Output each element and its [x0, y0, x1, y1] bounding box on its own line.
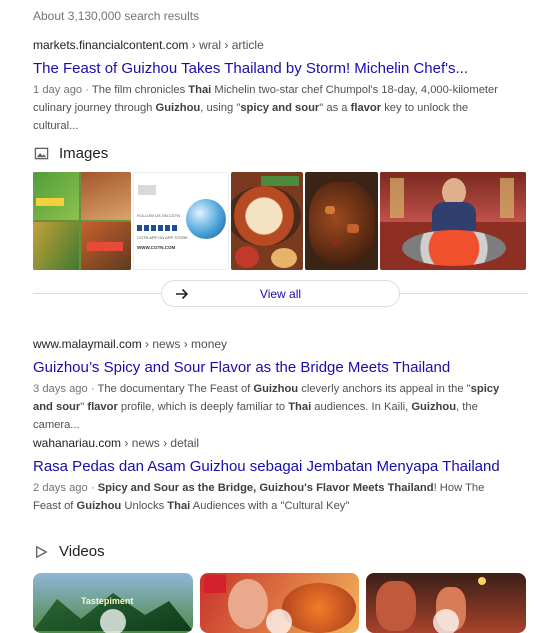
snippet-text: audiences. In Kaili,: [311, 401, 412, 413]
result-snippet: 1 day ago · The film chronicles Thai Mic…: [33, 84, 498, 132]
play-button-icon: [100, 609, 126, 633]
divider-left: [33, 293, 161, 294]
cgtn-url: WWW.CGTN.COM: [137, 245, 176, 250]
snippet-highlight: spicy and sour: [240, 102, 320, 114]
results-count: About 3,130,000 search results: [33, 9, 200, 23]
snippet-highlight: flavor: [87, 401, 118, 413]
video-badge: [204, 575, 226, 593]
snippet-text: The film chronicles: [91, 84, 189, 96]
video-thumbnail-2[interactable]: [200, 573, 359, 633]
images-heading-label: Images: [59, 145, 109, 162]
images-heading[interactable]: Images: [33, 145, 108, 162]
snippet-highlight: Guizhou: [253, 383, 299, 395]
image-thumbnail-hotpot[interactable]: [231, 172, 303, 270]
image-icon: [33, 146, 49, 162]
play-outline-icon: [33, 544, 49, 560]
cgtn-app-caption: CGTN APP ON APP STORE: [137, 235, 188, 240]
result-path: › news › detail: [121, 436, 200, 450]
snippet-highlight: Guizhou: [155, 102, 201, 114]
video-thumbnail-3[interactable]: [366, 573, 526, 633]
result-date: 2 days ago: [33, 482, 88, 494]
result-date: 3 days ago: [33, 383, 88, 395]
snippet-highlight: Guizhou: [76, 500, 122, 512]
result-path: › news › money: [141, 337, 228, 351]
view-all-images-button[interactable]: View all: [161, 280, 400, 307]
divider-right: [400, 293, 528, 294]
result-source[interactable]: markets.financialcontent.com › wral › ar…: [33, 38, 513, 52]
play-button-icon: [266, 609, 292, 633]
play-button-icon: [433, 609, 459, 633]
snippet-highlight: Thai: [167, 500, 191, 512]
snippet-highlight: Spicy and Sour as the Bridge, Guizhou's …: [97, 482, 434, 494]
snippet-text: Audiences with a "Cultural Key": [190, 500, 350, 512]
result-snippet: 2 days ago · Spicy and Sour as the Bridg…: [33, 482, 485, 512]
image-thumbnail-chef[interactable]: [380, 172, 526, 270]
result-title-link[interactable]: Guizhou’s Spicy and Sour Flavor as the B…: [33, 359, 513, 376]
result-date: 1 day ago: [33, 84, 83, 96]
snippet-text: The documentary The Feast of: [97, 383, 254, 395]
result-site: markets.financialcontent.com: [33, 38, 189, 52]
result-site: www.malaymail.com: [33, 337, 142, 351]
video-thumb-text: Tastepiment: [81, 596, 134, 606]
snippet-text: Unlocks: [121, 500, 168, 512]
image-thumbnail-dish[interactable]: [305, 172, 378, 270]
result-source[interactable]: wahanariau.com › news › detail: [33, 436, 513, 450]
snippet-highlight: Thai: [188, 84, 212, 96]
image-thumbnail-cgtn[interactable]: FOLLOW US ON CGTN CGTN APP ON APP STORE …: [133, 172, 229, 270]
videos-heading[interactable]: Videos: [33, 543, 105, 560]
result-snippet: 3 days ago · The documentary The Feast o…: [33, 383, 500, 431]
result-title-link[interactable]: Rasa Pedas dan Asam Guizhou sebagai Jemb…: [33, 458, 513, 475]
image-thumbnail-collage[interactable]: [33, 172, 131, 270]
search-result: wahanariau.com › news › detail Rasa Peda…: [33, 436, 513, 515]
view-all-label: View all: [259, 287, 302, 301]
snippet-highlight: Guizhou: [411, 401, 457, 413]
snippet-text: , using ": [200, 102, 241, 114]
result-title-link[interactable]: The Feast of Guizhou Takes Thailand by S…: [33, 60, 513, 77]
snippet-text: " as a: [319, 102, 351, 114]
result-site: wahanariau.com: [33, 436, 122, 450]
videos-heading-label: Videos: [59, 543, 105, 560]
snippet-text: cleverly anchors its appeal in the ": [298, 383, 471, 395]
snippet-highlight: Thai: [288, 401, 312, 413]
snippet-highlight: flavor: [350, 102, 382, 114]
globe-icon: [186, 199, 226, 239]
result-source[interactable]: www.malaymail.com › news › money: [33, 337, 513, 351]
video-thumbnail-1[interactable]: Tastepiment: [33, 573, 193, 633]
search-result: www.malaymail.com › news › money Guizhou…: [33, 337, 513, 434]
snippet-text: profile, which is deeply familiar to: [117, 401, 289, 413]
result-path: › wral › article: [188, 38, 264, 52]
search-result: markets.financialcontent.com › wral › ar…: [33, 38, 513, 135]
